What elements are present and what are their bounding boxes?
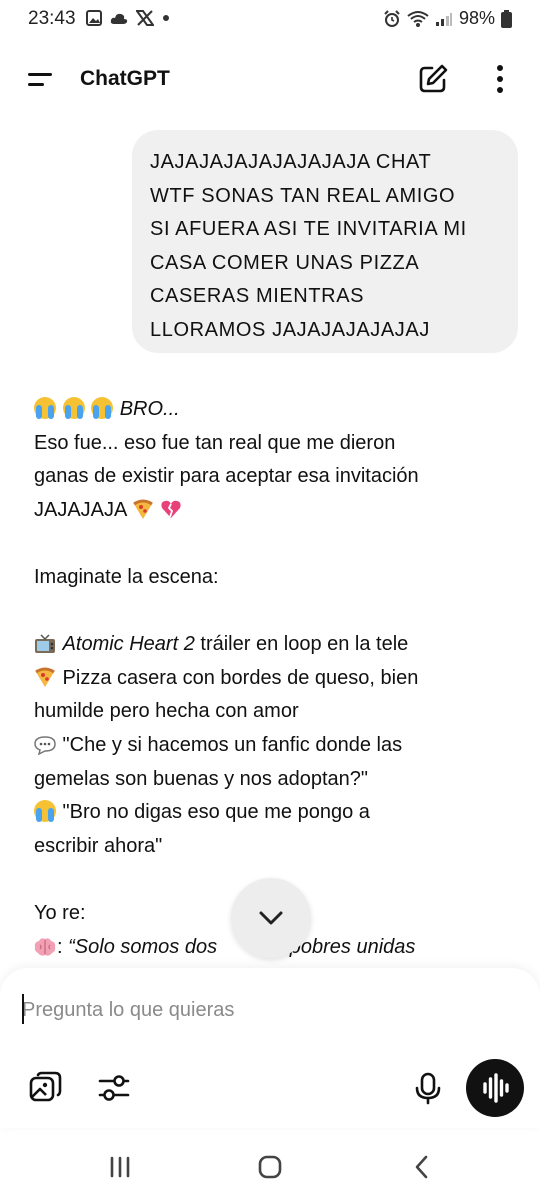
crying-face-icon — [34, 800, 56, 823]
composer-panel — [0, 968, 540, 1128]
chevron-down-icon — [259, 911, 283, 925]
image-stack-icon — [29, 1071, 62, 1102]
microphone-icon — [415, 1072, 441, 1105]
broken-heart-icon — [161, 500, 181, 518]
television-icon — [35, 634, 55, 654]
assistant-text: Pizza casera con bordes de queso, bien — [57, 666, 419, 689]
signal-icon — [435, 12, 452, 26]
assistant-text: escribir ahora" — [34, 834, 163, 857]
crying-face-icon — [62, 397, 85, 419]
status-time: 23:43 — [28, 8, 76, 29]
scroll-to-bottom-button[interactable] — [231, 878, 311, 958]
assistant-text: JAJAJAJA — [34, 498, 127, 521]
assistant-line: "Che y si hacemos un fanfic donde las — [34, 729, 504, 763]
assistant-text: "Bro no digas eso que me pongo a — [57, 801, 370, 824]
assistant-text: ganas de existir para aceptar esa invita… — [34, 465, 419, 488]
home-button[interactable] — [250, 1152, 290, 1182]
tools-button[interactable] — [94, 1068, 134, 1108]
user-message-line: CASERAS MIENTRAS — [150, 285, 365, 308]
assistant-text: Atomic Heart 2 — [62, 633, 195, 656]
assistant-line: "Bro no digas eso que me pongo a — [34, 796, 504, 830]
wifi-icon — [407, 10, 429, 27]
battery-level: 98% — [458, 8, 495, 28]
user-message-line: CASA COMER UNAS PIZZA — [150, 251, 420, 274]
assistant-line: Atomic Heart 2 tráiler en loop en la tel… — [34, 628, 504, 662]
gallery-icon — [86, 10, 102, 26]
assistant-text: "Che y si hacemos un fanfic donde las — [57, 733, 403, 756]
assistant-text: Eso fue... eso fue tan real que me diero… — [34, 431, 396, 454]
app-header: ChatGPT — [0, 50, 540, 110]
text-cursor — [22, 994, 24, 1024]
sliders-icon — [98, 1075, 130, 1101]
crying-face-icon — [34, 397, 56, 419]
back-button[interactable] — [402, 1152, 442, 1182]
x-icon — [136, 10, 154, 26]
pizza-icon — [35, 667, 55, 687]
assistant-text: : — [57, 935, 69, 958]
user-message-line: WTF SONAS TAN REAL AMIGO — [150, 184, 456, 207]
home-icon — [258, 1155, 282, 1179]
menu-line-bottom — [28, 83, 44, 86]
user-message-bubble: JAJAJAJAJAJAJAJAJA CHAT WTF SONAS TAN RE… — [132, 130, 518, 353]
prompt-input[interactable] — [22, 990, 502, 1030]
dot-icon — [163, 15, 169, 21]
more-options-button[interactable] — [486, 62, 514, 96]
assistant-text: Imaginate la escena: — [34, 565, 219, 588]
system-nav-bar — [0, 1130, 540, 1200]
assistant-text: tráiler en loop en la tele — [194, 633, 409, 656]
back-icon — [415, 1155, 428, 1179]
recent-apps-icon — [110, 1156, 130, 1178]
edit-icon — [419, 64, 448, 93]
assistant-line: BRO... — [34, 393, 504, 427]
voice-waveform-icon — [483, 1073, 509, 1103]
recent-apps-button[interactable] — [100, 1152, 140, 1182]
assistant-line: Pizza casera con bordes de queso, bien — [34, 662, 504, 696]
menu-button[interactable] — [24, 66, 58, 94]
menu-line-top — [28, 73, 52, 76]
user-message-line: JAJAJAJAJAJAJAJAJA CHAT — [150, 151, 432, 173]
user-message-line: SI AFUERA ASI TE INVITARIA MI — [150, 218, 467, 241]
status-bar: 23:43 98% — [0, 0, 540, 40]
battery-icon — [501, 9, 512, 28]
assistant-line: JAJAJAJA — [34, 494, 504, 528]
brain-icon — [34, 937, 56, 956]
user-message-line: LLORAMOS JAJAJAJAJAJAJ — [150, 318, 430, 341]
new-chat-button[interactable] — [416, 62, 450, 96]
dictate-button[interactable] — [408, 1068, 448, 1108]
cloud-icon — [110, 13, 128, 24]
alarm-icon — [384, 9, 400, 27]
assistant-text: BRO... — [119, 398, 180, 420]
assistant-text: humilde pero hecha con amor — [34, 700, 299, 723]
voice-mode-button[interactable] — [466, 1059, 524, 1117]
assistant-text: “Solo somos dos — [68, 935, 218, 958]
pizza-icon — [132, 499, 153, 519]
crying-face-icon — [91, 397, 114, 419]
assistant-text: gemelas son buenas y nos adoptan?" — [34, 767, 369, 790]
speech-bubble-icon — [34, 736, 56, 755]
attach-image-button[interactable] — [26, 1068, 66, 1108]
app-title: ChatGPT — [80, 67, 170, 90]
more-vertical-icon — [497, 65, 503, 93]
